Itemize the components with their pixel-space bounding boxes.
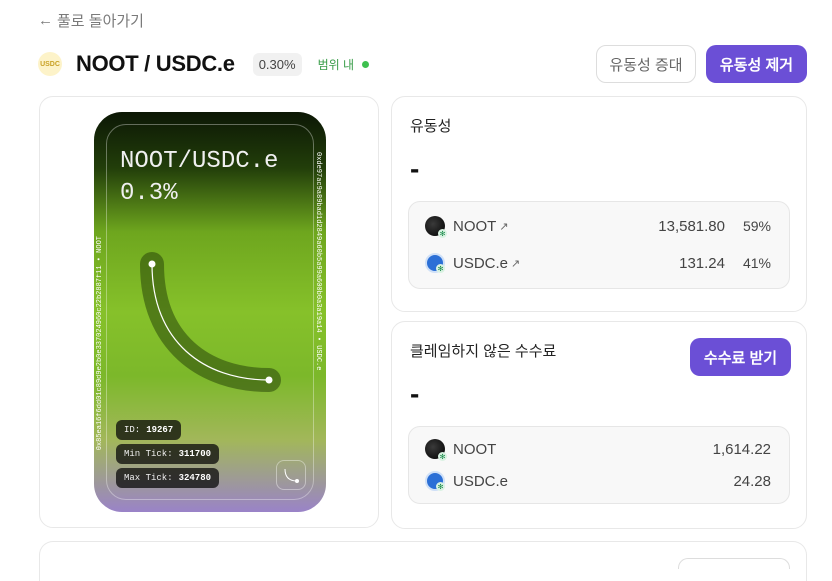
token-amount: 24.28 [733,472,771,490]
arrow-left-icon: ← [38,12,53,29]
nft-max-tick-pill: Max Tick: 324780 [116,468,220,488]
list-item: ✻ NOOT 1,614.22 [425,436,771,462]
liquidity-value: - [410,153,420,184]
claim-fees-button[interactable]: 수수료 받기 [690,338,791,376]
noot-token-link[interactable]: ✻ NOOT ↗ [425,216,509,238]
back-link-label: 풀로 돌아가기 [57,13,144,30]
nft-min-tick-value: 311700 [178,449,212,459]
list-item: ✻ USDC.e 24.28 [425,468,771,494]
external-link-icon: ↗ [511,257,521,270]
token-symbol: NOOT [453,217,497,235]
list-item: ✻ USDC.e ↗ 131.24 41% [425,250,771,276]
nft-id-pill: ID: 19267 [116,420,182,440]
liquidity-token-list: ✻ NOOT ↗ 13,581.80 59% ✻ USDC.e ↗ 131.24… [408,201,790,289]
usdc-token-icon: ✻ [425,471,445,491]
nft-id-value: 19267 [146,425,174,435]
bottom-card-button[interactable] [678,558,790,569]
nft-max-tick-label: Max Tick: [124,473,173,483]
token-amount: 1,614.22 [712,440,771,458]
increase-liquidity-button[interactable]: 유동성 증대 [596,45,696,83]
noot-token-icon: ✻ [425,439,447,461]
remove-liquidity-button[interactable]: 유동성 제거 [706,45,807,83]
page-title: NOOT / USDC.e [76,51,235,76]
status-dot-icon [362,60,370,68]
token-percent: 59% [742,218,771,234]
liquidity-title: 유동성 [410,118,452,135]
fees-title: 클레임하지 않은 수수료 [410,343,557,360]
usdc-fee-token: ✻ USDC.e [425,471,508,491]
noot-token-icon: ✻ [425,216,447,238]
range-status-label: 범위 내 [317,57,355,72]
token-percent: 41% [742,255,771,271]
nft-max-tick-value: 324780 [178,473,212,483]
usdc-logo-icon: USDC [38,52,62,76]
unclaimed-fees-card: 클레임하지 않은 수수료 수수료 받기 - ✻ NOOT 1,614.22 ✻ … [391,321,807,529]
pool-header: USDC NOOT / USDC.e 0.30% 범위 내 [38,46,370,82]
token-amount: 13,581.80 [658,217,725,235]
nft-min-tick-pill: Min Tick: 311700 [116,444,220,464]
token-symbol: USDC.e [453,472,509,490]
token-symbol: USDC.e [453,254,509,272]
back-link[interactable]: ← 풀로 돌아가기 [38,10,144,31]
token-symbol: NOOT [453,440,497,458]
liquidity-card: 유동성 - ✻ NOOT ↗ 13,581.80 59% ✻ USDC.e ↗ … [391,96,807,312]
fee-tier-badge: 0.30% [252,52,302,76]
list-item: ✻ NOOT ↗ 13,581.80 59% [425,213,771,239]
nft-id-label: ID: [124,425,141,435]
fees-token-list: ✻ NOOT 1,614.22 ✻ USDC.e 24.28 [408,426,790,504]
external-link-icon: ↗ [499,220,509,233]
token-amount: 131.24 [679,254,725,272]
position-nft-image: NOOT/USDC.e 0.3% 0xde97ac9a89bad1d2849a6… [94,112,326,512]
usdc-token-icon: ✻ [425,253,445,273]
usdc-token-link[interactable]: ✻ USDC.e ↗ [425,253,520,273]
nft-mini-curve-icon [276,460,306,490]
nft-min-tick-label: Min Tick: [124,449,173,459]
noot-fee-token: ✻ NOOT [425,439,497,461]
range-status: 범위 내 [317,56,370,73]
fees-value: - [410,378,420,409]
position-nft-card: NOOT/USDC.e 0.3% 0xde97ac9a89bad1d2849a6… [39,96,379,528]
